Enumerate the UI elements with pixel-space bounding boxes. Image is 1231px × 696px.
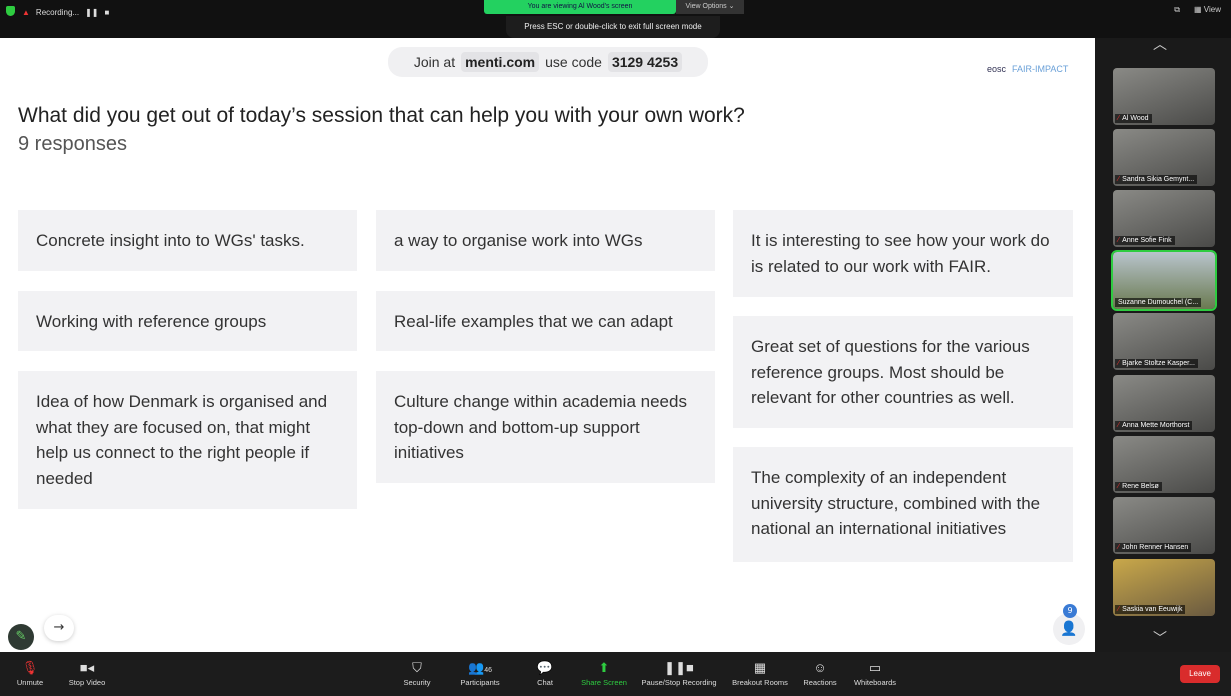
video-camera-icon: ■◂	[79, 660, 95, 675]
share-screen-label: Share Screen	[581, 678, 627, 687]
participant-name: Anne Sofie Fink	[1122, 237, 1172, 244]
response-card: Working with reference groups	[18, 291, 357, 351]
recording-icon: ▲	[22, 7, 30, 17]
layout-icon[interactable]: ⧉	[1174, 5, 1180, 15]
participant-tile[interactable]: ⁄ John Renner Hansen	[1113, 497, 1215, 554]
arrow-right-icon[interactable]: →	[44, 615, 74, 641]
leave-button[interactable]: Leave	[1180, 665, 1220, 683]
participant-badge: 9	[1063, 604, 1077, 618]
response-card: Idea of how Denmark is organised and wha…	[18, 371, 357, 509]
participant-name: Saskia van Eeuwijk	[1122, 606, 1183, 613]
chevron-down-icon[interactable]: ﹀	[1153, 628, 1167, 648]
unmute-label: Unmute	[16, 678, 44, 687]
breakout-label: Breakout Rooms	[732, 678, 788, 687]
participant-tile[interactable]: ⁄ Bjarke Stoltze Kasper...	[1113, 313, 1215, 370]
security-label: Security	[403, 678, 431, 687]
security-button[interactable]: ⛉ Security	[398, 660, 436, 687]
recording-indicator: ▲ Recording... ❚❚ ■	[22, 4, 109, 20]
response-card: The complexity of an independent univers…	[733, 447, 1073, 562]
stop-video-button[interactable]: ■◂ Stop Video	[64, 660, 110, 687]
participant-name: Suzanne Dumouchel (C...	[1118, 299, 1199, 306]
join-prefix: Join at	[413, 54, 456, 70]
view-label: View	[1203, 5, 1221, 14]
response-card: Real-life examples that we can adapt	[376, 291, 715, 351]
view-button[interactable]: ▦ View	[1194, 5, 1221, 15]
participants-button[interactable]: 👥46 Participants	[456, 660, 504, 687]
pause-stop-icon: ❚❚■	[664, 660, 694, 675]
response-card: Great set of questions for the various r…	[733, 316, 1073, 428]
response-card: Culture change within academia needs top…	[376, 371, 715, 483]
viewing-banner: You are viewing Al Wood's screen	[484, 0, 676, 14]
question-title: What did you get out of today’s session …	[18, 104, 745, 127]
participant-name: Bjarke Stoltze Kasper...	[1122, 360, 1195, 367]
stop-recording-icon[interactable]: ■	[104, 8, 109, 17]
chevron-up-icon[interactable]: ︿	[1153, 34, 1167, 54]
recording-label: Recording...	[35, 7, 80, 17]
whiteboards-button[interactable]: ▭ Whiteboards	[850, 660, 900, 687]
join-banner: Join at menti.com use code 3129 4253	[388, 47, 708, 77]
participant-tile[interactable]: ⁄ Anna Mette Morthorst	[1113, 375, 1215, 432]
logos: eosc FAIR-IMPACT	[987, 64, 1068, 74]
response-card: Concrete insight into to WGs' tasks.	[18, 210, 357, 271]
muted-mic-icon: 🎙	[21, 660, 39, 675]
share-screen-button[interactable]: ⬆ Share Screen	[578, 660, 630, 687]
smiley-icon: ☺	[813, 660, 827, 675]
reactions-button[interactable]: ☺ Reactions	[800, 660, 840, 687]
participant-name: John Renner Hansen	[1122, 544, 1189, 551]
participant-name: Al Wood	[1122, 115, 1149, 122]
join-site: menti.com	[461, 52, 540, 72]
whiteboard-icon: ▭	[868, 660, 882, 675]
join-code: 3129 4253	[607, 52, 683, 72]
grid-icon: ▦	[753, 660, 767, 675]
response-card: It is interesting to see how your work d…	[733, 210, 1073, 297]
shared-screen-slide: Join at menti.com use code 3129 4253 eos…	[0, 38, 1095, 652]
participant-tile[interactable]: ⁄ Saskia van Eeuwijk	[1113, 559, 1215, 616]
shield-icon: ⛉	[412, 660, 422, 675]
pause-recording-icon[interactable]: ❚❚	[85, 8, 98, 17]
view-options-label: View Options	[685, 3, 727, 10]
stop-video-label: Stop Video	[68, 678, 106, 687]
fair-impact-logo: FAIR-IMPACT	[1012, 64, 1069, 74]
zoom-top-bar: ▲ Recording... ❚❚ ■ You are viewing Al W…	[0, 0, 1231, 38]
record-label: Pause/Stop Recording	[641, 678, 717, 687]
participant-tile[interactable]: ⁄ Sandra Sikia Gemynt...	[1113, 129, 1215, 186]
pencil-icon[interactable]: ✎	[8, 624, 34, 650]
participant-tile[interactable]: ⁄ Rene Belsø	[1113, 436, 1215, 493]
pause-stop-recording-button[interactable]: ❚❚■ Pause/Stop Recording	[638, 660, 720, 687]
participant-name: Sandra Sikia Gemynt...	[1122, 176, 1195, 183]
fullscreen-hint: Press ESC or double-click to exit full s…	[506, 16, 720, 38]
view-options-button[interactable]: View Options ⌄	[676, 0, 744, 14]
eosc-logo: eosc	[987, 64, 1007, 74]
participant-tile[interactable]: ⁄ Al Wood	[1113, 68, 1215, 125]
response-count: 9 responses	[18, 133, 127, 155]
join-mid: use code	[545, 54, 602, 70]
participant-tile-active-speaker[interactable]: Suzanne Dumouchel (C...	[1111, 250, 1217, 311]
response-card: a way to organise work into WGs	[376, 210, 715, 271]
chat-label: Chat	[537, 678, 553, 687]
participants-count: 46	[484, 667, 492, 674]
chat-icon: 💬	[536, 660, 554, 675]
participants-label: Participants	[460, 678, 500, 687]
whiteboards-label: Whiteboards	[853, 678, 897, 687]
chat-button[interactable]: 💬 Chat	[533, 660, 557, 687]
encryption-shield-icon[interactable]	[6, 6, 15, 16]
breakout-rooms-button[interactable]: ▦ Breakout Rooms	[728, 660, 792, 687]
participant-name: Rene Belsø	[1122, 483, 1159, 490]
participants-icon: 👥46	[468, 660, 492, 675]
reactions-label: Reactions	[803, 678, 837, 687]
share-screen-icon: ⬆	[598, 660, 610, 675]
participant-tile[interactable]: ⁄ Anne Sofie Fink	[1113, 190, 1215, 247]
unmute-button[interactable]: 🎙 Unmute	[14, 660, 46, 687]
participant-name: Anna Mette Morthorst	[1122, 422, 1190, 429]
